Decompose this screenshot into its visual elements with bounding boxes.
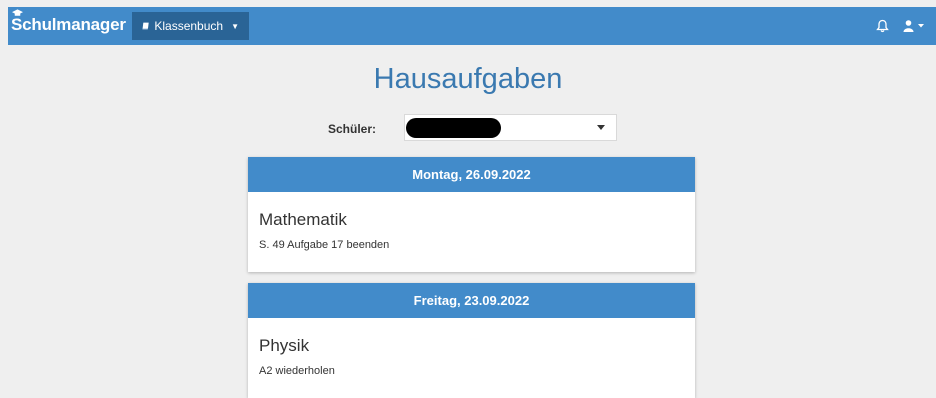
book-icon bbox=[142, 22, 149, 30]
brand-name: Schulmanager bbox=[11, 15, 126, 34]
top-navbar: Schulmanager Klassenbuch ▼ bbox=[8, 7, 936, 45]
graduation-cap-icon bbox=[12, 9, 23, 16]
page-title: Hausaufgaben bbox=[373, 63, 563, 95]
classbook-menu-button[interactable]: Klassenbuch ▼ bbox=[132, 12, 249, 40]
caret-down-icon: ▼ bbox=[231, 21, 239, 31]
user-icon bbox=[903, 20, 914, 32]
homework-task: S. 49 Aufgabe 17 beenden bbox=[259, 239, 390, 251]
homework-card: Montag, 26.09.2022 Mathematik S. 49 Aufg… bbox=[248, 157, 695, 272]
homework-date-header: Montag, 26.09.2022 bbox=[248, 157, 695, 192]
bell-icon[interactable] bbox=[876, 19, 889, 33]
classbook-label: Klassenbuch bbox=[154, 19, 224, 33]
homework-subject: Mathematik bbox=[259, 210, 347, 229]
caret-down-icon bbox=[918, 24, 924, 28]
homework-subject: Physik bbox=[259, 336, 310, 355]
homework-card: Freitag, 23.09.2022 Physik A2 wiederhole… bbox=[248, 283, 695, 398]
student-select[interactable] bbox=[404, 114, 617, 141]
student-label: Schüler: bbox=[328, 122, 377, 136]
user-menu[interactable] bbox=[903, 19, 925, 33]
brand-logo[interactable]: Schulmanager bbox=[11, 9, 126, 35]
homework-task: A2 wiederholen bbox=[259, 365, 335, 377]
chevron-down-icon bbox=[597, 125, 605, 130]
homework-date-header: Freitag, 23.09.2022 bbox=[248, 283, 695, 318]
redacted-student-name bbox=[406, 118, 501, 138]
